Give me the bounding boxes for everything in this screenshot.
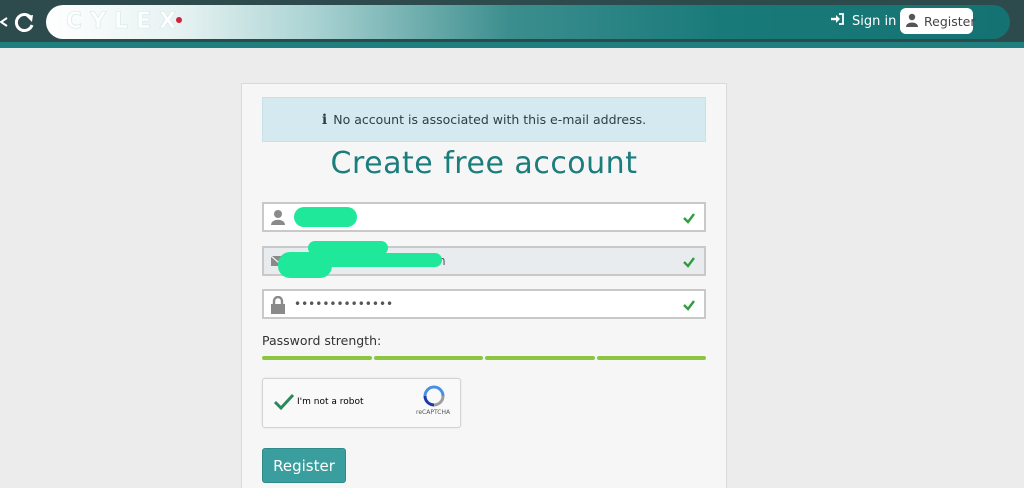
recaptcha-checkbox[interactable] (273, 392, 295, 412)
user-icon (906, 13, 918, 30)
info-icon: i (321, 111, 328, 128)
valid-check-icon (682, 210, 696, 224)
recaptcha-label: I'm not a robot (297, 397, 364, 407)
password-value: •••••••••••••• (294, 297, 394, 311)
strength-segment (262, 356, 372, 360)
password-strength-meter (262, 356, 706, 360)
reload-icon[interactable] (12, 10, 38, 36)
redaction-mark (278, 252, 332, 278)
page-title: Create free account (330, 146, 638, 181)
sign-in-label: Sign in (852, 13, 897, 29)
toolbar-accent-line (0, 42, 1024, 48)
valid-check-icon (682, 254, 696, 268)
back-arrow-icon[interactable] (0, 14, 8, 30)
recaptcha-logo-icon (423, 385, 445, 407)
sign-in-icon (830, 13, 844, 29)
register-button[interactable]: Register (262, 448, 346, 483)
lock-icon (270, 295, 286, 314)
redaction-mark (294, 207, 357, 227)
info-alert: i No account is associated with this e-m… (262, 97, 706, 142)
password-strength-label: Password strength: (262, 333, 382, 348)
register-link[interactable]: Register (900, 8, 976, 34)
register-link-label: Register (924, 13, 976, 29)
svg-text:CYLEX: CYLEX (66, 9, 184, 33)
browser-toolbar: CYLEX Sign in Register (0, 0, 1024, 48)
alert-message: No account is associated with this e-mai… (333, 112, 647, 127)
strength-segment (373, 356, 483, 360)
password-field[interactable]: •••••••••••••• (262, 289, 706, 319)
sign-in-link[interactable]: Sign in (830, 11, 896, 31)
valid-check-icon (682, 297, 696, 311)
user-icon (270, 209, 286, 225)
recaptcha-brand: reCAPTCHA (416, 409, 451, 416)
cylex-logo[interactable]: CYLEX (66, 9, 196, 34)
recaptcha-widget: I'm not a robot reCAPTCHA (262, 378, 461, 428)
redaction-mark (316, 253, 442, 267)
strength-segment (596, 356, 706, 360)
strength-segment (485, 356, 595, 360)
